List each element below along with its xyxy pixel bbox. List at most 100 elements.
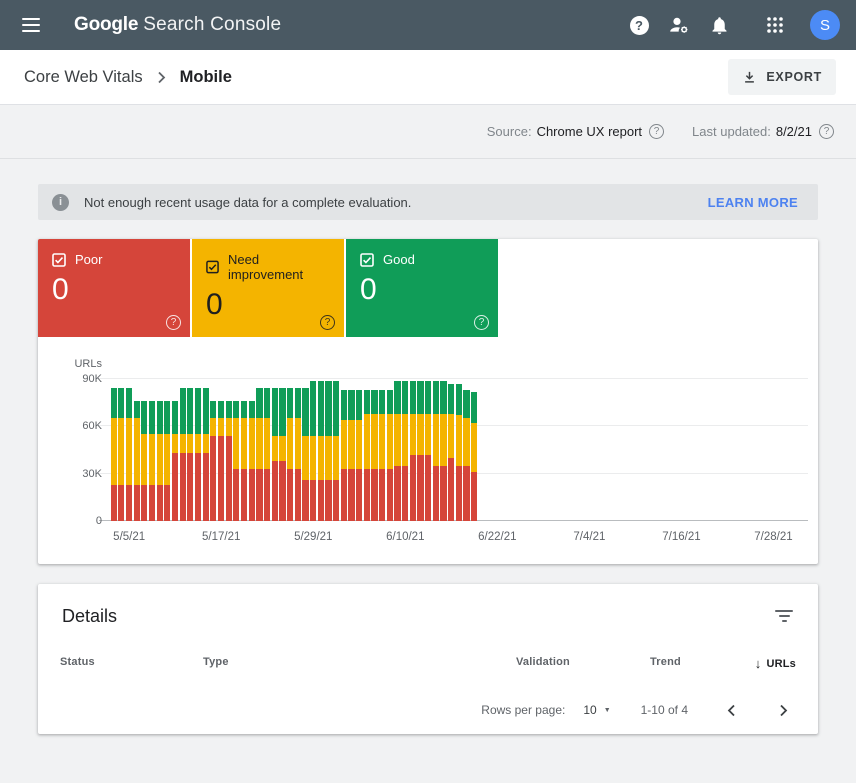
chart-bar[interactable]: [387, 379, 393, 521]
source-value: Chrome UX report: [537, 124, 642, 139]
status-tile[interactable]: Good 0 ?: [346, 239, 498, 337]
chart-y-tick-label: 30K: [58, 468, 102, 480]
chart-bar-segment-need-improvement: [210, 418, 216, 435]
chart-bar[interactable]: [180, 379, 186, 521]
app-logo-google: Google: [74, 14, 138, 35]
chart-bar-segment-good: [417, 381, 423, 414]
tile-help-icon[interactable]: ?: [320, 315, 335, 330]
chart-bar[interactable]: [249, 379, 255, 521]
checkbox-checked-icon[interactable]: [360, 253, 374, 267]
chart-bar[interactable]: [241, 379, 247, 521]
chart-bar[interactable]: [272, 379, 278, 521]
column-header-urls[interactable]: ↓ URLs: [755, 656, 796, 671]
chart-bar[interactable]: [425, 379, 431, 521]
chart-bar-segment-good: [425, 381, 431, 414]
chart-bar-segment-poor: [410, 455, 416, 521]
chart-bar-segment-need-improvement: [195, 434, 201, 453]
chart-bar[interactable]: [448, 379, 454, 521]
header-actions: ? S: [622, 8, 840, 42]
chart-bar[interactable]: [371, 379, 377, 521]
chart-bar[interactable]: [157, 379, 163, 521]
grid-dots-icon: [765, 15, 785, 35]
chart-bar[interactable]: [111, 379, 117, 521]
chart-bar[interactable]: [310, 379, 316, 521]
chart-bar-segment-need-improvement: [348, 420, 354, 469]
chart-bar[interactable]: [287, 379, 293, 521]
chart-bar[interactable]: [463, 379, 469, 521]
account-settings-icon[interactable]: [662, 8, 696, 42]
chart-bar[interactable]: [264, 379, 270, 521]
chart-bar[interactable]: [295, 379, 301, 521]
checkbox-checked-icon[interactable]: [52, 253, 66, 267]
chart-bar[interactable]: [341, 379, 347, 521]
chart-bar[interactable]: [141, 379, 147, 521]
chart-plot[interactable]: [110, 379, 808, 521]
checkbox-checked-icon[interactable]: [206, 260, 219, 274]
export-button[interactable]: EXPORT: [728, 59, 836, 95]
chart-bar-segment-need-improvement: [241, 418, 247, 468]
chevron-right-icon: [779, 704, 788, 717]
chart-bar-segment-good: [433, 381, 439, 414]
column-header-status[interactable]: Status: [60, 656, 95, 668]
status-tile[interactable]: Poor 0 ?: [38, 239, 190, 337]
chart-bar[interactable]: [440, 379, 446, 521]
chart-bar[interactable]: [210, 379, 216, 521]
column-header-validation[interactable]: Validation: [516, 656, 570, 668]
chart-bar[interactable]: [187, 379, 193, 521]
chart-bar[interactable]: [126, 379, 132, 521]
updated-help-icon[interactable]: ?: [819, 124, 834, 139]
chart-bar-segment-good: [272, 388, 278, 435]
chart-bar[interactable]: [356, 379, 362, 521]
chart-bar[interactable]: [417, 379, 423, 521]
chart-bar[interactable]: [203, 379, 209, 521]
chart-bar[interactable]: [402, 379, 408, 521]
rows-per-page-select[interactable]: 10 ▼: [583, 703, 610, 717]
chart-bar[interactable]: [134, 379, 140, 521]
chart-bar[interactable]: [195, 379, 201, 521]
chart-bar-segment-need-improvement: [394, 414, 400, 466]
chart-bar[interactable]: [394, 379, 400, 521]
column-header-trend[interactable]: Trend: [650, 656, 681, 668]
chart-bar[interactable]: [333, 379, 339, 521]
tile-help-icon[interactable]: ?: [166, 315, 181, 330]
help-icon[interactable]: ?: [622, 8, 656, 42]
chart-bar-segment-need-improvement: [356, 420, 362, 469]
chart-bar-segment-need-improvement: [302, 436, 308, 480]
chart-bar[interactable]: [118, 379, 124, 521]
chart-bar[interactable]: [325, 379, 331, 521]
chart-bar-segment-need-improvement: [218, 418, 224, 435]
chart-bar-segment-need-improvement: [341, 420, 347, 469]
apps-grid-icon[interactable]: [758, 8, 792, 42]
notifications-icon[interactable]: [702, 8, 736, 42]
breadcrumb-section[interactable]: Core Web Vitals: [24, 68, 143, 87]
source-help-icon[interactable]: ?: [649, 124, 664, 139]
chart-bar[interactable]: [256, 379, 262, 521]
chart-bar[interactable]: [164, 379, 170, 521]
avatar[interactable]: S: [810, 10, 840, 40]
chart-bar[interactable]: [233, 379, 239, 521]
chart-bar[interactable]: [471, 379, 477, 521]
tile-help-icon[interactable]: ?: [474, 315, 489, 330]
chart-bar-segment-need-improvement: [180, 434, 186, 453]
chart-bar-segment-good: [241, 401, 247, 418]
chart-bar[interactable]: [226, 379, 232, 521]
chart-bar[interactable]: [456, 379, 462, 521]
menu-icon[interactable]: [16, 7, 52, 43]
column-header-type[interactable]: Type: [203, 656, 229, 668]
filter-icon[interactable]: [774, 610, 794, 622]
chart-bar[interactable]: [279, 379, 285, 521]
chart-bar[interactable]: [218, 379, 224, 521]
status-tile[interactable]: Need improvement 0 ?: [192, 239, 344, 337]
next-page-button[interactable]: [774, 701, 792, 719]
previous-page-button[interactable]: [722, 701, 740, 719]
chart-bar[interactable]: [433, 379, 439, 521]
chart-bar[interactable]: [318, 379, 324, 521]
chart-bar[interactable]: [379, 379, 385, 521]
chart-bar[interactable]: [410, 379, 416, 521]
chart-bar[interactable]: [172, 379, 178, 521]
chart-bar[interactable]: [348, 379, 354, 521]
chart-bar[interactable]: [149, 379, 155, 521]
learn-more-link[interactable]: LEARN MORE: [700, 195, 806, 210]
chart-bar[interactable]: [364, 379, 370, 521]
chart-bar[interactable]: [302, 379, 308, 521]
